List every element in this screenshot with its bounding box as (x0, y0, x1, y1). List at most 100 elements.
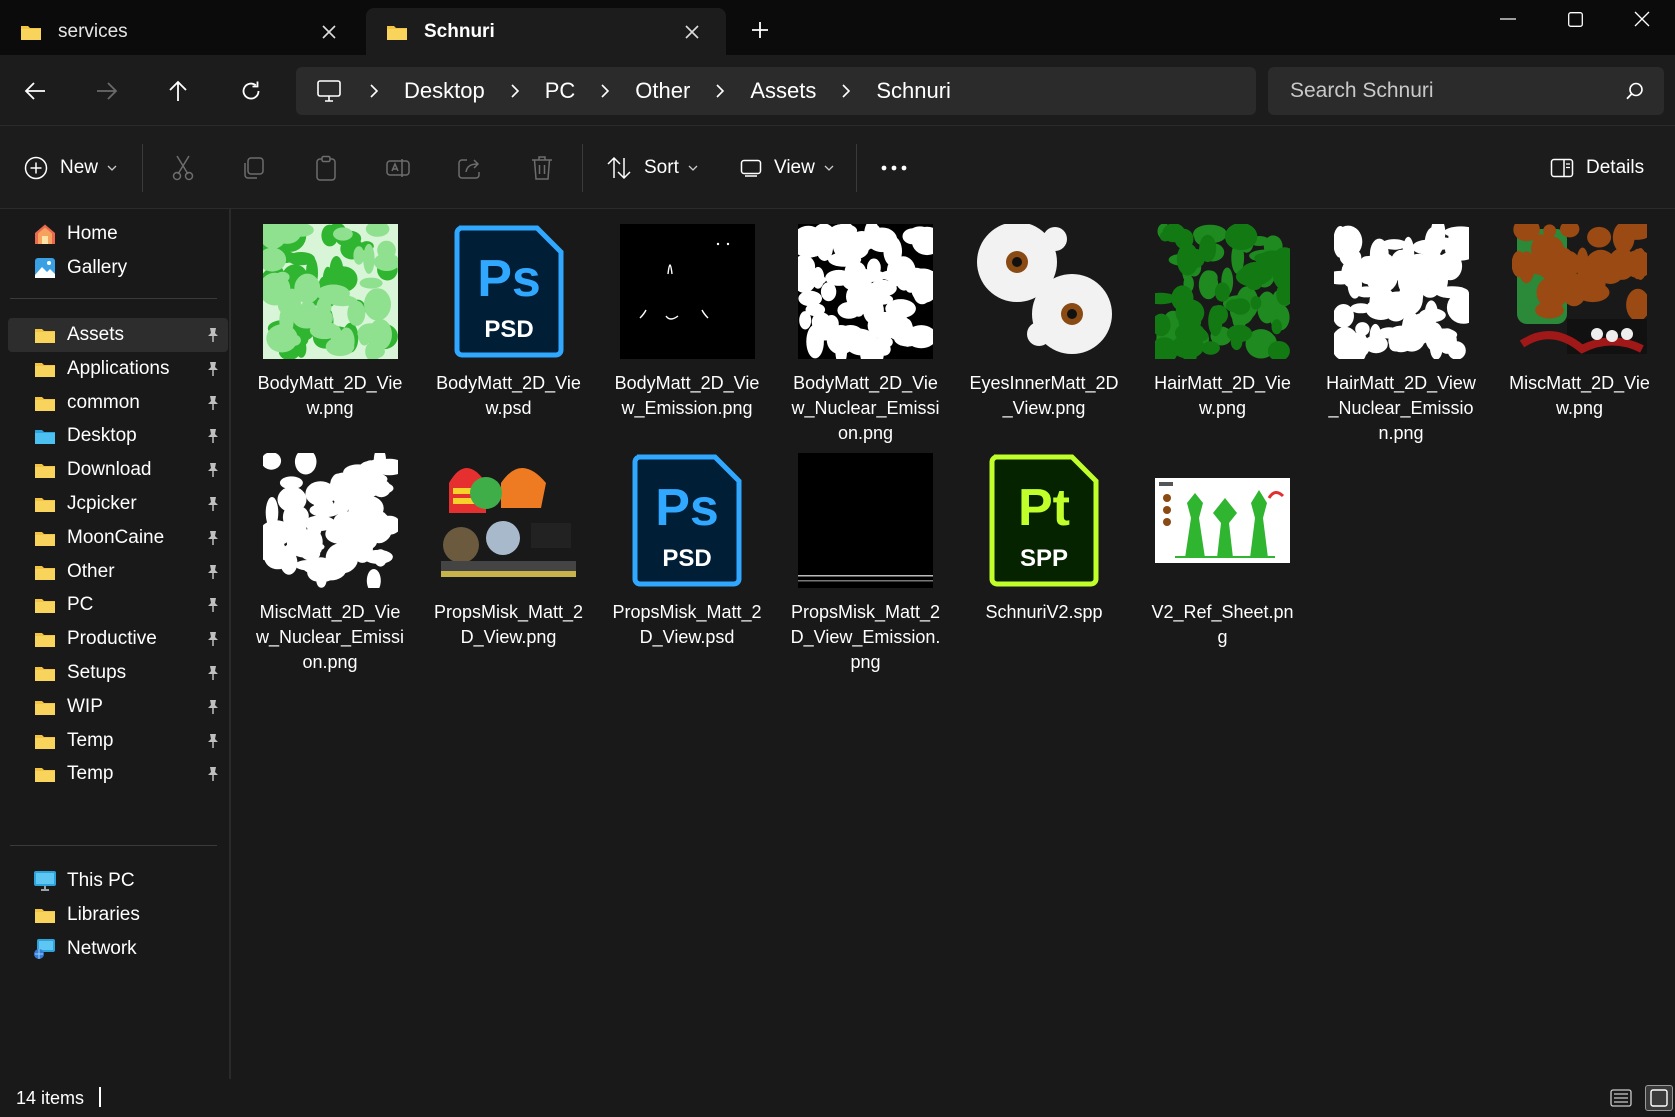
rename-button[interactable] (382, 152, 414, 184)
file-item[interactable]: V2_Ref_Sheet.png (1138, 453, 1308, 650)
file-item[interactable]: HairMatt_2D_View_Nuclear_Emission.png (1316, 224, 1486, 446)
file-item[interactable]: Ps PSD PropsMisk_Matt_2D_View.psd (602, 453, 772, 650)
file-thumbnail[interactable]: Ps PSD (620, 453, 755, 588)
sidebar-item-pc[interactable]: PC (8, 588, 228, 622)
pin-icon[interactable] (204, 461, 222, 479)
forward-button[interactable] (87, 71, 127, 111)
sidebar-item-setups[interactable]: Setups (8, 656, 228, 690)
new-button[interactable]: New (24, 148, 117, 188)
file-item[interactable]: EyesInnerMatt_2D_View.png (959, 224, 1129, 421)
file-item[interactable]: MiscMatt_2D_View_Nuclear_Emission.png (245, 453, 415, 675)
search-input[interactable]: Search Schnuri (1290, 79, 1626, 103)
address-bar[interactable]: Desktop PC Other Assets Schnuri (296, 67, 1256, 115)
search-box[interactable]: Search Schnuri (1268, 67, 1664, 115)
tab-schnuri[interactable]: Schnuri (366, 8, 726, 55)
new-tab-button[interactable] (746, 16, 774, 44)
sidebar-item-temp[interactable]: Temp (8, 724, 228, 758)
cut-button[interactable] (167, 152, 199, 184)
maximize-button[interactable] (1542, 0, 1608, 38)
tab-services[interactable]: services (0, 8, 363, 55)
chevron-right-icon[interactable] (362, 79, 386, 103)
file-thumbnail[interactable] (1155, 224, 1290, 359)
file-item[interactable]: MiscMatt_2D_View.png (1495, 224, 1665, 421)
pin-icon[interactable] (204, 529, 222, 547)
file-thumbnail[interactable] (1512, 224, 1647, 359)
monitor-icon[interactable] (316, 79, 342, 103)
breadcrumb-assets[interactable]: Assets (738, 78, 828, 104)
file-item[interactable]: HairMatt_2D_View.png (1138, 224, 1308, 421)
file-item[interactable]: BodyMatt_2D_View_Emission.png (602, 224, 772, 421)
pin-icon[interactable] (204, 326, 222, 344)
file-thumbnail[interactable]: Ps PSD (441, 224, 576, 359)
file-thumbnail[interactable]: Pt SPP (977, 453, 1112, 588)
file-item[interactable]: BodyMatt_2D_View.png (245, 224, 415, 421)
back-button[interactable] (15, 71, 55, 111)
file-thumbnail[interactable] (1155, 453, 1290, 588)
sidebar-item-download[interactable]: Download (8, 453, 228, 487)
sidebar-item-assets[interactable]: Assets (8, 318, 228, 352)
file-item[interactable]: BodyMatt_2D_View_Nuclear_Emission.png (781, 224, 951, 446)
details-view-button[interactable] (1607, 1085, 1635, 1111)
pin-icon[interactable] (204, 427, 222, 445)
breadcrumb-pc[interactable]: PC (533, 78, 588, 104)
file-thumbnail[interactable] (1333, 224, 1469, 359)
pin-icon[interactable] (204, 394, 222, 412)
pin-icon[interactable] (204, 495, 222, 513)
file-item[interactable]: PropsMisk_Matt_2D_View.png (424, 453, 594, 650)
pin-icon[interactable] (204, 630, 222, 648)
sidebar-item-home[interactable]: Home (8, 217, 228, 251)
sidebar-item-applications[interactable]: Applications (8, 352, 228, 386)
pin-icon[interactable] (204, 664, 222, 682)
sidebar-item-gallery[interactable]: Gallery (8, 251, 228, 285)
file-thumbnail[interactable] (441, 453, 576, 588)
sidebar-item-productive[interactable]: Productive (8, 622, 228, 656)
file-thumbnail[interactable] (262, 224, 398, 359)
sidebar-item-jcpicker[interactable]: Jcpicker (8, 487, 228, 521)
up-button[interactable] (158, 71, 198, 111)
sort-button[interactable]: Sort (606, 148, 698, 188)
file-thumbnail[interactable] (262, 453, 398, 588)
file-item[interactable]: PropsMisk_Matt_2D_View_Emission.png (781, 453, 951, 675)
minimize-button[interactable] (1475, 0, 1541, 38)
breadcrumb-schnuri[interactable]: Schnuri (864, 78, 963, 104)
file-thumbnail[interactable] (619, 224, 755, 359)
sidebar-item-other[interactable]: Other (8, 555, 228, 589)
breadcrumb-other[interactable]: Other (623, 78, 702, 104)
pin-icon[interactable] (204, 765, 222, 783)
delete-button[interactable] (526, 152, 558, 184)
file-item[interactable]: Pt SPP SchnuriV2.spp (959, 453, 1129, 625)
pin-icon[interactable] (204, 698, 222, 716)
close-tab-icon[interactable] (680, 20, 704, 44)
sidebar-item-this-pc[interactable]: This PC (8, 864, 228, 898)
sidebar-item-wip[interactable]: WIP (8, 690, 228, 724)
chevron-right-icon[interactable] (834, 79, 858, 103)
pin-icon[interactable] (204, 563, 222, 581)
close-window-button[interactable] (1609, 0, 1675, 38)
chevron-right-icon[interactable] (503, 79, 527, 103)
share-button[interactable] (454, 152, 486, 184)
sidebar-item-libraries[interactable]: Libraries (8, 898, 228, 932)
sidebar-item-desktop[interactable]: Desktop (8, 419, 228, 453)
pin-icon[interactable] (204, 596, 222, 614)
sidebar-item-network[interactable]: Network (8, 932, 228, 966)
details-button[interactable]: Details (1550, 148, 1644, 188)
copy-button[interactable] (238, 152, 270, 184)
pin-icon[interactable] (204, 360, 222, 378)
chevron-right-icon[interactable] (708, 79, 732, 103)
file-thumbnail[interactable] (798, 224, 933, 359)
view-button[interactable]: View (740, 148, 834, 188)
file-item[interactable]: Ps PSD BodyMatt_2D_View.psd (424, 224, 594, 421)
sidebar-item-common[interactable]: common (8, 386, 228, 420)
close-tab-icon[interactable] (317, 20, 341, 44)
sidebar-item-mooncaine[interactable]: MoonCaine (8, 521, 228, 555)
pin-icon[interactable] (204, 732, 222, 750)
large-icons-view-button[interactable] (1645, 1085, 1673, 1111)
paste-button[interactable] (310, 152, 342, 184)
chevron-right-icon[interactable] (593, 79, 617, 103)
file-thumbnail[interactable] (976, 224, 1112, 359)
more-options-button[interactable] (878, 152, 910, 184)
breadcrumb-desktop[interactable]: Desktop (392, 78, 497, 104)
sidebar-item-temp[interactable]: Temp (8, 757, 228, 791)
file-thumbnail[interactable] (798, 453, 933, 588)
refresh-button[interactable] (231, 71, 271, 111)
